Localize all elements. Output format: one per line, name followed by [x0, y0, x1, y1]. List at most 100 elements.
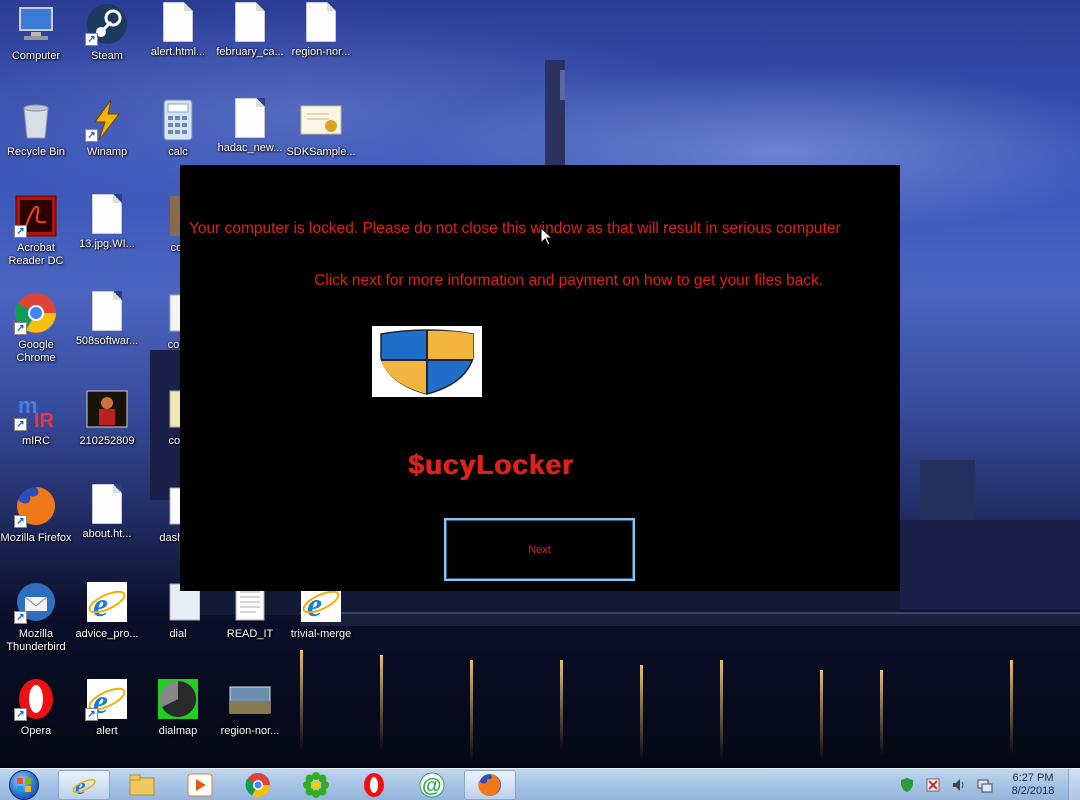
desktop-icon-label: calc: [168, 146, 188, 158]
acrobat-icon: ↗: [14, 194, 58, 238]
taskbar-ie[interactable]: e: [58, 770, 110, 800]
payment-instructions: Click next for more information and paym…: [314, 272, 824, 289]
desktop-icon-label: alert: [96, 725, 118, 737]
desktop-icon-opera[interactable]: ↗ Opera: [0, 675, 72, 765]
desktop-icon-210252809[interactable]: 210252809: [71, 385, 143, 475]
desktop-icon-recycle-bin[interactable]: Recycle Bin: [0, 96, 72, 186]
svg-text:IR: IR: [34, 410, 55, 431]
desktop-icon-computer[interactable]: Computer: [0, 0, 72, 90]
mirc-icon: m IR ↗: [14, 387, 58, 432]
desktop-icon-label: READ_IT: [226, 628, 274, 640]
desktop-icon-label: Mozilla Thunderbird: [6, 628, 66, 653]
ie-icon: e: [72, 774, 96, 798]
desktop-icon-label: mIRC: [21, 435, 51, 447]
dialmap-icon: [156, 677, 200, 721]
opera-icon: ↗: [14, 677, 58, 721]
desktop-icon-label: Computer: [11, 50, 61, 62]
desktop-icon-label: 13.jpg.WI...: [79, 238, 135, 250]
at-icon: @: [419, 772, 445, 798]
computer-icon: [14, 2, 58, 46]
clock-date: 8/2/2018: [1011, 785, 1055, 797]
media-player-icon: [187, 773, 213, 797]
desktop-icon-trivial-merge[interactable]: e trivial-merge: [285, 578, 357, 668]
desktop-icon-alert[interactable]: e ↗ alert: [71, 675, 143, 765]
desktop-icon-google-chrome[interactable]: ↗ Google Chrome: [0, 289, 72, 379]
desktop-icon-13jpg[interactable]: 13.jpg.WI...: [71, 192, 143, 282]
desktop-icon-label: advice_pro...: [75, 628, 139, 640]
chrome-icon: [245, 773, 270, 798]
document-icon: [306, 2, 336, 42]
taskbar-explorer[interactable]: [116, 770, 168, 800]
desktop-icon-label: dial: [169, 628, 187, 640]
desktop-icon-region-nor[interactable]: region-nor...: [285, 0, 357, 90]
recycle-bin-icon: [14, 98, 58, 142]
svg-text:e: e: [307, 587, 322, 624]
shield-tray-icon[interactable]: [899, 777, 915, 793]
desktop-icon-label: trivial-merge: [290, 628, 352, 640]
next-button[interactable]: Next: [444, 518, 635, 581]
desktop-icon-label: Mozilla Firefox: [0, 532, 72, 544]
desktop-icon-label: february_ca...: [216, 46, 284, 58]
svg-text:e: e: [93, 587, 108, 624]
taskbar-firefox[interactable]: [464, 770, 516, 800]
shield-icon: [372, 326, 482, 397]
firefox-icon: ↗: [14, 484, 58, 528]
desktop-icon-label: SDKSample...: [286, 146, 356, 158]
system-tray: 6:27 PM 8/2/2018: [894, 769, 1080, 800]
network-icon[interactable]: [977, 777, 993, 793]
ie-icon: e ↗: [85, 677, 129, 721]
desktop-icon-advice-pro[interactable]: e advice_pro...: [71, 578, 143, 668]
taskbar-chrome[interactable]: [232, 770, 284, 800]
taskbar: e @ 6:27 PM 8/2/2018: [0, 768, 1080, 800]
photo-icon: [228, 677, 272, 721]
desktop-icon-acrobat[interactable]: ↗ Acrobat Reader DC: [0, 192, 72, 282]
desktop-icon-label: region-nor...: [220, 725, 280, 737]
desktop-icon-read-it[interactable]: READ_IT: [214, 578, 286, 668]
desktop-icon-winamp[interactable]: ↗ Winamp: [71, 96, 143, 186]
document-icon: [92, 484, 122, 524]
document-icon: [235, 98, 265, 138]
icq-icon: [303, 772, 329, 798]
taskbar-at-app[interactable]: @: [406, 770, 458, 800]
steam-icon: ↗: [85, 2, 129, 46]
taskbar-opera[interactable]: [348, 770, 400, 800]
desktop-icon-alert-html[interactable]: alert.html...: [142, 0, 214, 90]
document-icon: [235, 2, 265, 42]
firefox-icon: [478, 774, 501, 796]
desktop-icon-label: Google Chrome: [16, 339, 56, 364]
opera-icon: [364, 773, 384, 797]
desktop-icon-february-ca[interactable]: february_ca...: [214, 0, 286, 90]
desktop-icon-mirc[interactable]: m IR ↗ mIRC: [0, 385, 72, 475]
desktop-icon-about-ht[interactable]: about.ht...: [71, 482, 143, 572]
desktop-icon-508software[interactable]: 508softwar...: [71, 289, 143, 379]
document-icon: [92, 291, 122, 331]
desktop-icon-thunderbird[interactable]: ↗ Mozilla Thunderbird: [0, 578, 72, 668]
desktop-icon-region-nor-2[interactable]: region-nor...: [214, 675, 286, 765]
desktop-icon-dial[interactable]: dial: [142, 578, 214, 668]
calculator-icon: [156, 98, 200, 142]
start-button[interactable]: [4, 770, 44, 800]
desktop-icon-label: Acrobat Reader DC: [8, 242, 64, 267]
desktop-icon-firefox[interactable]: ↗ Mozilla Firefox: [0, 482, 72, 572]
action-center-flag-icon[interactable]: [925, 777, 941, 793]
desktop-icon-steam[interactable]: ↗ Steam: [71, 0, 143, 90]
windows-logo-icon: [9, 770, 39, 800]
winamp-icon: ↗: [85, 98, 129, 142]
taskbar-icq[interactable]: [290, 770, 342, 800]
document-icon: [163, 2, 193, 42]
certificate-icon: [299, 98, 343, 142]
chrome-icon: ↗: [14, 291, 58, 335]
desktop-icon-label: alert.html...: [150, 46, 206, 58]
desktop-icon-dialmap[interactable]: dialmap: [142, 675, 214, 765]
photo-icon: [85, 387, 129, 431]
show-desktop-button[interactable]: [1068, 769, 1080, 800]
desktop-icon-label: 210252809: [79, 435, 135, 447]
thunderbird-icon: ↗: [14, 580, 58, 624]
volume-icon[interactable]: [951, 777, 967, 793]
desktop-icon-label: 508softwar...: [75, 335, 139, 347]
explorer-icon: [129, 774, 155, 796]
desktop-icon-label: Opera: [20, 725, 52, 737]
mouse-cursor-icon: [540, 227, 554, 246]
taskbar-media-player[interactable]: [174, 770, 226, 800]
clock[interactable]: 6:27 PM 8/2/2018: [998, 772, 1068, 798]
